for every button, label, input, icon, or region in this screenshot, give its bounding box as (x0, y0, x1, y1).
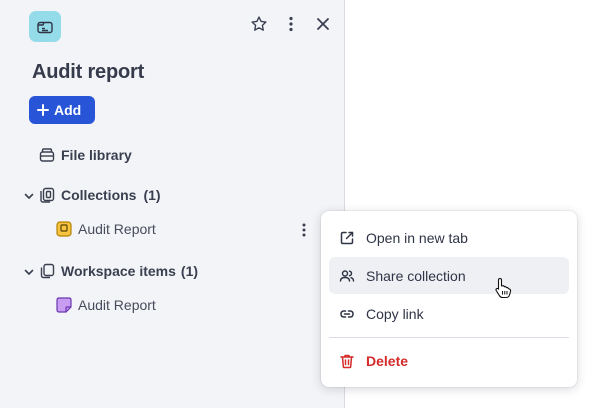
users-icon (339, 269, 355, 282)
link-icon (340, 309, 354, 318)
menu-item-label: Open in new tab (366, 229, 468, 246)
collections-label: Collections (61, 187, 137, 203)
menu-item-label: Copy link (366, 305, 424, 322)
hand-cursor-icon (495, 277, 512, 299)
workspace-items-icon (40, 263, 55, 279)
menu-divider (329, 337, 569, 338)
side-panel: Audit report Add File library Collection… (0, 0, 345, 408)
trash-icon (340, 354, 354, 368)
menu-item-share-collection[interactable]: Share collection (329, 257, 569, 294)
menu-item-delete[interactable]: Delete (329, 342, 569, 379)
collection-square-icon (56, 221, 72, 237)
file-library-label: File library (61, 147, 132, 163)
collections-count: (1) (143, 187, 161, 203)
workspace-items-count: (1) (180, 263, 199, 279)
plus-icon (37, 104, 49, 116)
tree-item-file-library[interactable]: File library (39, 147, 132, 163)
add-button-label: Add (54, 102, 82, 118)
archive-icon (39, 148, 55, 162)
menu-item-label: Delete (366, 352, 409, 369)
menu-item-open-in-new-tab[interactable]: Open in new tab (329, 219, 569, 256)
collection-item-label: Audit Report (78, 221, 156, 237)
menu-item-copy-link[interactable]: Copy link (329, 295, 569, 332)
folder-card-icon (29, 11, 61, 42)
star-icon[interactable] (247, 12, 271, 36)
tree-item-workspace-audit-report[interactable]: Audit Report (56, 297, 156, 313)
chevron-down-icon[interactable] (23, 190, 35, 202)
more-vertical-icon[interactable] (279, 12, 303, 36)
item-more-icon[interactable] (296, 222, 312, 238)
chevron-down-icon[interactable] (23, 266, 35, 278)
workspace-item-label: Audit Report (78, 297, 156, 313)
collections-icon (40, 187, 55, 203)
close-icon[interactable] (311, 12, 335, 36)
tree-item-workspace-items[interactable]: Workspace items (1) (39, 263, 198, 279)
external-link-icon (340, 231, 354, 244)
add-button[interactable]: Add (29, 96, 95, 124)
page-title: Audit report (32, 61, 145, 83)
workspace-items-label: Workspace items (61, 263, 176, 279)
menu-item-label: Share collection (366, 267, 466, 284)
note-icon (56, 297, 72, 313)
context-menu: Open in new tab Share collection Copy li… (321, 211, 577, 387)
tree-item-collections[interactable]: Collections (1) (39, 187, 161, 203)
tree-item-collection-audit-report[interactable]: Audit Report (56, 221, 156, 237)
